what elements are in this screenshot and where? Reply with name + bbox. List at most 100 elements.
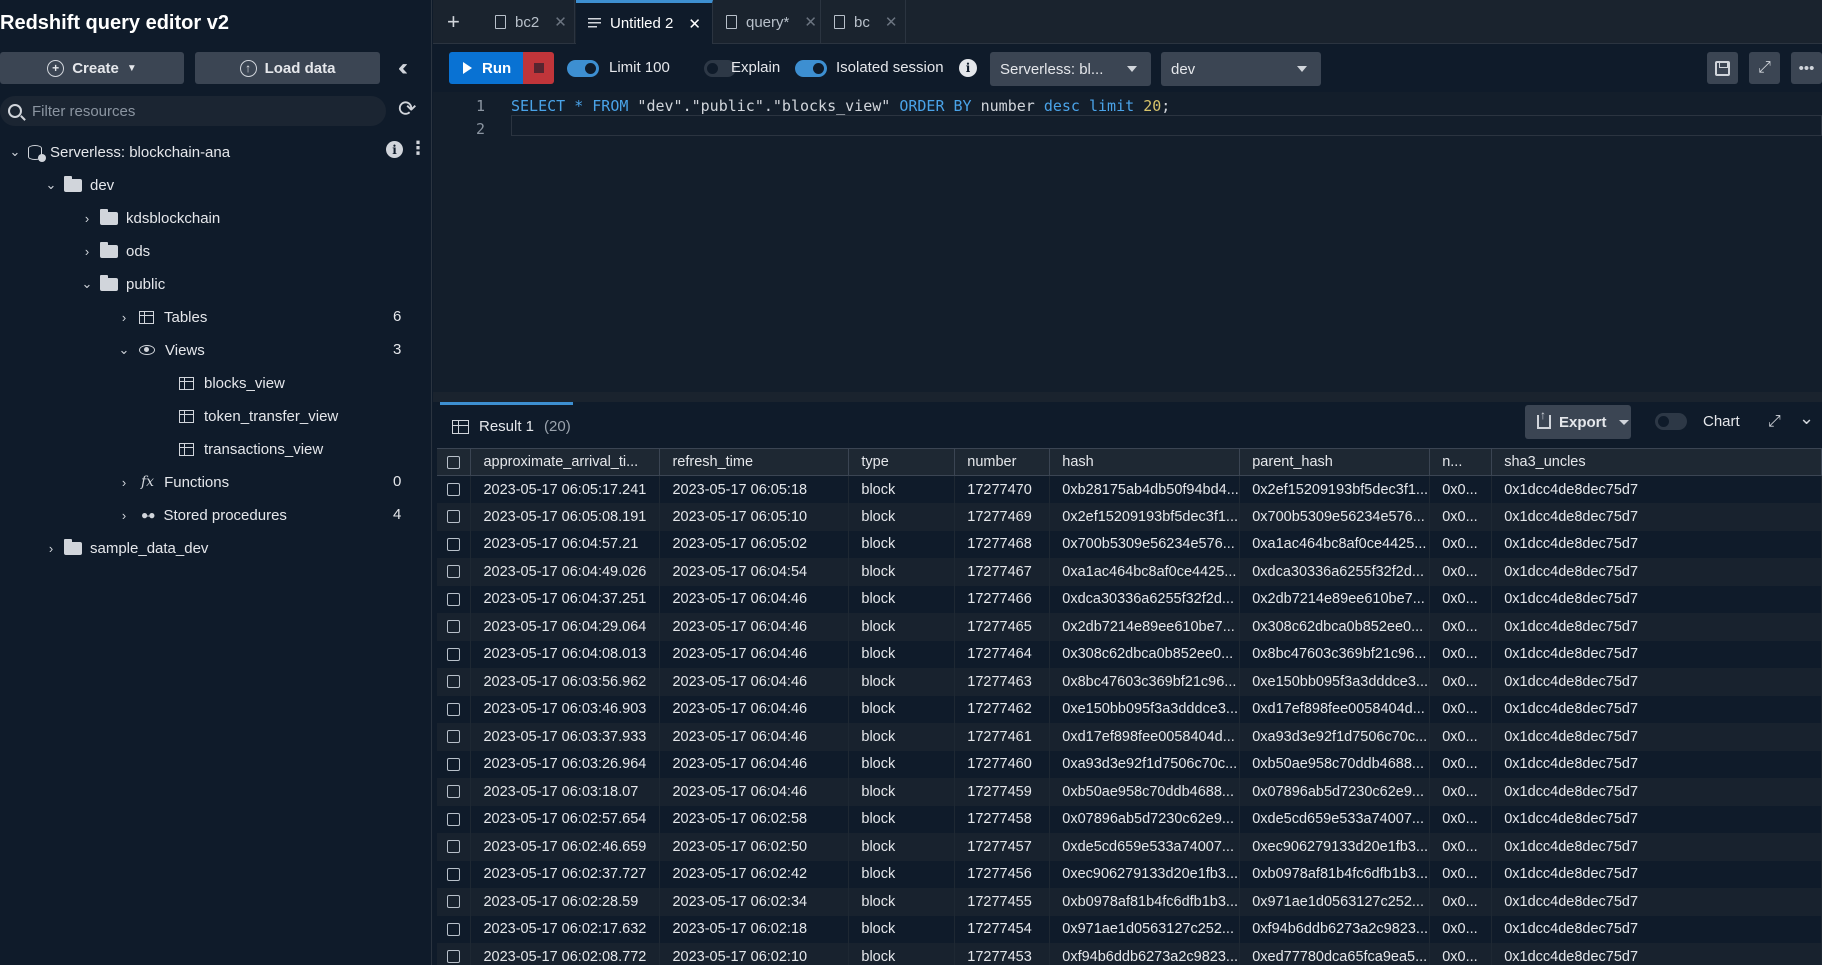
table-cell[interactable]: 0x971ae1d0563127c252... [1049,915,1241,943]
table-cell[interactable]: 0x1dcc4de8dec75d7 [1491,503,1822,531]
table-row[interactable]: 2023-05-17 06:02:37.727 2023-05-17 06:02:… [437,860,1822,888]
table-cell[interactable]: 0xb50ae958c70ddb4688... [1049,778,1241,806]
tree-item-kdsblockchain[interactable]: › kdsblockchain [80,204,220,232]
table-cell[interactable]: 0x1dcc4de8dec75d7 [1491,750,1822,778]
tree-item-functions[interactable]: › fx Functions [117,468,229,496]
stop-button[interactable] [523,52,554,84]
table-cell[interactable]: 0x07896ab5d7230c62e9... [1239,778,1431,806]
refresh-icon[interactable]: ⟳ [398,96,416,122]
table-cell[interactable]: 2023-05-17 06:03:26.964 [470,750,661,778]
table-cell[interactable]: 2023-05-17 06:02:34 [659,888,850,916]
table-cell[interactable]: 0x0... [1429,585,1493,613]
table-cell[interactable]: 2023-05-17 06:03:18.07 [470,778,661,806]
table-cell[interactable]: block [848,833,956,861]
column-header[interactable]: type [848,448,956,476]
table-cell[interactable]: 17277461 [954,723,1051,751]
table-cell[interactable]: 0x1dcc4de8dec75d7 [1491,613,1822,641]
column-header[interactable]: parent_hash [1239,448,1431,476]
table-cell[interactable]: 17277460 [954,750,1051,778]
collapse-sidebar-icon[interactable]: ‹‹ [398,54,408,82]
table-cell[interactable]: block [848,530,956,558]
table-cell[interactable]: 2023-05-17 06:02:58 [659,805,850,833]
table-cell[interactable]: 2023-05-17 06:04:46 [659,613,850,641]
table-cell[interactable]: 17277466 [954,585,1051,613]
tree-item-views[interactable]: ⌄ Views [117,336,205,364]
row-checkbox[interactable] [437,833,472,861]
table-row[interactable]: 2023-05-17 06:05:17.241 2023-05-17 06:05:… [437,475,1822,503]
table-cell[interactable]: 0x8bc47603c369bf21c96... [1239,640,1431,668]
table-cell[interactable]: 17277464 [954,640,1051,668]
column-header[interactable]: number [954,448,1051,476]
table-cell[interactable]: 2023-05-17 06:05:02 [659,530,850,558]
table-cell[interactable]: 0x308c62dbca0b852ee0... [1049,640,1241,668]
table-cell[interactable]: 0x1dcc4de8dec75d7 [1491,475,1822,503]
table-cell[interactable]: 0xed77780dca65fca9ea5... [1239,943,1431,965]
table-cell[interactable]: block [848,943,956,965]
table-cell[interactable]: 0x0... [1429,475,1493,503]
table-cell[interactable]: 2023-05-17 06:04:46 [659,778,850,806]
table-cell[interactable]: block [848,668,956,696]
table-cell[interactable]: 17277462 [954,695,1051,723]
table-row[interactable]: 2023-05-17 06:03:56.962 2023-05-17 06:04:… [437,668,1822,696]
row-checkbox[interactable] [437,558,472,586]
table-cell[interactable]: 0x1dcc4de8dec75d7 [1491,778,1822,806]
table-cell[interactable]: 0xb28175ab4db50f94bd4... [1049,475,1241,503]
table-cell[interactable]: block [848,475,956,503]
table-cell[interactable]: 17277467 [954,558,1051,586]
table-cell[interactable]: 17277453 [954,943,1051,965]
table-cell[interactable]: 0xf94b6ddb6273a2c9823... [1239,915,1431,943]
table-cell[interactable]: 0x1dcc4de8dec75d7 [1491,558,1822,586]
table-cell[interactable]: 17277459 [954,778,1051,806]
tab-bc[interactable]: bc ✕ [822,0,906,44]
table-cell[interactable]: 2023-05-17 06:02:37.727 [470,860,661,888]
table-cell[interactable]: block [848,723,956,751]
row-checkbox[interactable] [437,640,472,668]
table-cell[interactable]: 0x700b5309e56234e576... [1049,530,1241,558]
table-cell[interactable]: 0xde5cd659e533a74007... [1049,833,1241,861]
row-checkbox[interactable] [437,778,472,806]
table-cell[interactable]: 2023-05-17 06:02:28.59 [470,888,661,916]
table-cell[interactable]: 0x0... [1429,668,1493,696]
tree-item-sample-data-dev[interactable]: › sample_data_dev [44,534,208,562]
table-cell[interactable]: 0xa1ac464bc8af0ce4425... [1239,530,1431,558]
row-checkbox[interactable] [437,943,472,965]
row-checkbox[interactable] [437,888,472,916]
table-cell[interactable]: 0x1dcc4de8dec75d7 [1491,833,1822,861]
table-row[interactable]: 2023-05-17 06:04:08.013 2023-05-17 06:04:… [437,640,1822,668]
table-cell[interactable]: 2023-05-17 06:05:18 [659,475,850,503]
create-button[interactable]: + Create ▼ [0,52,184,84]
more-options-icon[interactable]: ⋮ [409,139,427,157]
fullscreen-button[interactable]: ⤢ [1749,52,1780,84]
isolated-session-toggle[interactable] [795,60,827,77]
table-cell[interactable]: 0xdca30336a6255f32f2d... [1049,585,1241,613]
tree-item-tables[interactable]: › Tables [117,303,208,331]
tab-untitled-2[interactable]: Untitled 2 ✕ [576,0,713,44]
table-cell[interactable]: 0x2ef15209193bf5dec3f1... [1049,503,1241,531]
table-cell[interactable]: 17277454 [954,915,1051,943]
table-row[interactable]: 2023-05-17 06:03:37.933 2023-05-17 06:04:… [437,723,1822,751]
table-cell[interactable]: 0x1dcc4de8dec75d7 [1491,888,1822,916]
table-cell[interactable]: 0x0... [1429,723,1493,751]
close-icon[interactable]: ✕ [885,13,898,31]
table-cell[interactable]: 0x8bc47603c369bf21c96... [1049,668,1241,696]
table-cell[interactable]: 2023-05-17 06:04:46 [659,668,850,696]
table-row[interactable]: 2023-05-17 06:02:28.59 2023-05-17 06:02:3… [437,888,1822,916]
table-cell[interactable]: 0x2ef15209193bf5dec3f1... [1239,475,1431,503]
table-cell[interactable]: 0xa1ac464bc8af0ce4425... [1049,558,1241,586]
table-cell[interactable]: 0xe150bb095f3a3dddce3... [1049,695,1241,723]
table-cell[interactable]: 0xa93d3e92f1d7506c70c... [1239,723,1431,751]
table-cell[interactable]: 2023-05-17 06:05:17.241 [470,475,661,503]
table-row[interactable]: 2023-05-17 06:03:26.964 2023-05-17 06:04:… [437,750,1822,778]
result-tab[interactable]: Result 1 (20) [440,402,573,448]
row-checkbox[interactable] [437,503,472,531]
close-icon[interactable]: ✕ [554,13,567,31]
table-cell[interactable]: 0x0... [1429,530,1493,558]
table-cell[interactable]: 2023-05-17 06:02:08.772 [470,943,661,965]
table-cell[interactable]: 0x308c62dbca0b852ee0... [1239,613,1431,641]
table-cell[interactable]: 2023-05-17 06:02:42 [659,860,850,888]
limit-toggle[interactable] [567,60,599,77]
table-row[interactable]: 2023-05-17 06:02:57.654 2023-05-17 06:02:… [437,805,1822,833]
column-header[interactable]: approximate_arrival_ti... [470,448,661,476]
table-cell[interactable]: 2023-05-17 06:04:46 [659,750,850,778]
table-cell[interactable]: 2023-05-17 06:02:10 [659,943,850,965]
